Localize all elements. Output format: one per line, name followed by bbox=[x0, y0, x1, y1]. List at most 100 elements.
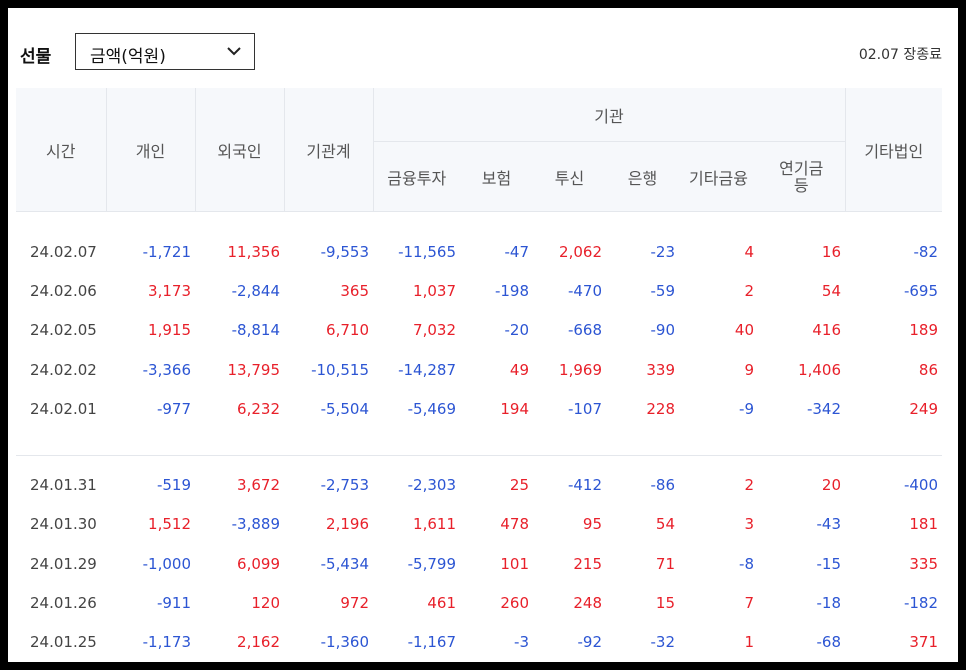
row-value: -1,000 bbox=[142, 554, 191, 573]
row-value: 71 bbox=[655, 554, 675, 573]
row-value: -412 bbox=[567, 476, 602, 495]
row-date: 24.02.05 bbox=[30, 321, 97, 340]
row-value: -3 bbox=[514, 633, 529, 652]
row-value: -107 bbox=[567, 399, 602, 418]
row-date: 24.01.26 bbox=[30, 594, 97, 613]
row-date: 24.02.01 bbox=[30, 399, 97, 418]
row-value: 228 bbox=[646, 399, 675, 418]
chevron-down-icon bbox=[227, 47, 241, 56]
row-value: 6,710 bbox=[326, 321, 369, 340]
row-value: 2,196 bbox=[326, 515, 369, 534]
row-value: -43 bbox=[816, 515, 842, 534]
col-financial-investment: 금융투자 bbox=[372, 141, 460, 212]
row-value: -8,814 bbox=[231, 321, 280, 340]
row-value: 1,406 bbox=[798, 360, 842, 379]
row-value: -182 bbox=[903, 594, 939, 613]
row-value: -5,504 bbox=[320, 399, 369, 418]
row-value: 416 bbox=[812, 321, 842, 340]
row-date: 24.02.07 bbox=[30, 242, 97, 261]
row-value: -10,515 bbox=[311, 360, 369, 379]
row-value: -1,167 bbox=[407, 633, 456, 652]
row-value: 9 bbox=[744, 360, 754, 379]
row-value: 49 bbox=[509, 360, 529, 379]
row-value: 335 bbox=[909, 554, 939, 573]
row-value: -911 bbox=[156, 594, 191, 613]
col-individual: 개인 bbox=[105, 88, 195, 212]
row-value: -1,173 bbox=[142, 633, 191, 652]
row-value: 25 bbox=[509, 476, 529, 495]
row-value: -1,721 bbox=[142, 242, 191, 261]
row-value: -23 bbox=[650, 242, 676, 261]
row-value: 478 bbox=[500, 515, 529, 534]
row-value: -2,753 bbox=[320, 476, 369, 495]
row-value: 194 bbox=[500, 399, 529, 418]
row-value: 461 bbox=[427, 594, 456, 613]
row-value: 4 bbox=[744, 242, 754, 261]
row-value: 86 bbox=[918, 360, 939, 379]
row-date: 24.01.25 bbox=[30, 633, 97, 652]
row-date: 24.01.30 bbox=[30, 515, 97, 534]
row-value: -68 bbox=[816, 633, 842, 652]
row-value: -20 bbox=[504, 321, 530, 340]
row-value: 6,099 bbox=[237, 554, 280, 573]
row-value: -519 bbox=[156, 476, 191, 495]
row-value: -2,844 bbox=[231, 281, 280, 300]
row-value: 13,795 bbox=[227, 360, 281, 379]
row-value: -695 bbox=[903, 281, 939, 300]
row-value: 3,672 bbox=[237, 476, 280, 495]
table-row: 24.02.06 3,173 -2,844 365 1,037 -198 -470 -59 2 5… bbox=[16, 271, 942, 310]
row-date: 24.01.31 bbox=[30, 476, 97, 495]
row-value: 1,512 bbox=[148, 515, 191, 534]
table-row: 24.01.29 -1,000 6,099 -5,434 -5,799 101 215 71 -… bbox=[16, 544, 942, 583]
unit-select-value: 금액(억원) bbox=[90, 47, 166, 67]
table-row: 24.01.30 1,512 -3,889 2,196 1,611 478 95 54 3 -43… bbox=[16, 505, 942, 544]
row-value: -32 bbox=[650, 633, 676, 652]
row-value: 1 bbox=[744, 633, 754, 652]
table-spacer bbox=[16, 212, 942, 233]
row-value: 7 bbox=[744, 594, 754, 613]
row-value: -3,366 bbox=[142, 360, 191, 379]
unit-select[interactable]: 금액(억원) bbox=[75, 33, 255, 70]
table-row: 24.02.05 1,915 -8,814 6,710 7,032 -20 -668 -90 4… bbox=[16, 311, 942, 350]
row-value: -3,889 bbox=[231, 515, 280, 534]
row-value: 1,037 bbox=[413, 281, 456, 300]
market-close-note: 02.07 장종료 bbox=[858, 47, 942, 63]
row-value: 6,232 bbox=[237, 399, 280, 418]
row-value: 7,032 bbox=[413, 321, 456, 340]
row-value: 972 bbox=[340, 594, 369, 613]
col-other-corp: 기타법인 bbox=[844, 88, 943, 212]
row-value: -2,303 bbox=[407, 476, 456, 495]
row-value: -342 bbox=[806, 399, 842, 418]
row-value: 371 bbox=[909, 633, 939, 652]
col-investment-trust: 투신 bbox=[533, 141, 606, 212]
row-value: 16 bbox=[821, 242, 842, 261]
row-value: -198 bbox=[494, 281, 529, 300]
row-value: 339 bbox=[646, 360, 675, 379]
row-value: 1,611 bbox=[413, 515, 456, 534]
group-separator bbox=[16, 428, 943, 465]
investor-table: 시간 개인 외국인 기관계 기관 기타법인 금융투자 보험 투신 은행 기타금융… bbox=[16, 88, 943, 662]
row-value: -9 bbox=[739, 399, 754, 418]
row-value: -5,469 bbox=[407, 399, 456, 418]
col-time: 시간 bbox=[16, 88, 106, 212]
row-value: 1,915 bbox=[148, 321, 191, 340]
row-value: -14,287 bbox=[398, 360, 456, 379]
col-institution-total: 기관계 bbox=[283, 88, 373, 212]
row-value: 215 bbox=[573, 554, 602, 573]
row-value: 189 bbox=[909, 321, 939, 340]
market-label: 선물 bbox=[20, 47, 52, 67]
toolbar: 선물 금액(억원) 02.07 장종료 bbox=[8, 8, 958, 88]
row-value: -5,799 bbox=[407, 554, 456, 573]
row-value: 249 bbox=[909, 399, 939, 418]
row-value: 54 bbox=[655, 515, 675, 534]
row-value: -1,360 bbox=[320, 633, 369, 652]
table-row: 24.01.26 -911 120 972 461 260 248 15 7 -18 -182 bbox=[16, 583, 942, 622]
row-value: -5,434 bbox=[320, 554, 369, 573]
row-value: -9,553 bbox=[320, 242, 369, 261]
row-value: 181 bbox=[909, 515, 939, 534]
row-value: -668 bbox=[567, 321, 602, 340]
row-value: 120 bbox=[251, 594, 280, 613]
row-value: 3,173 bbox=[148, 281, 191, 300]
row-value: 40 bbox=[734, 321, 754, 340]
table-row: 24.02.07 -1,721 11,356 -9,553 -11,565 -47 2,06… bbox=[16, 232, 942, 271]
